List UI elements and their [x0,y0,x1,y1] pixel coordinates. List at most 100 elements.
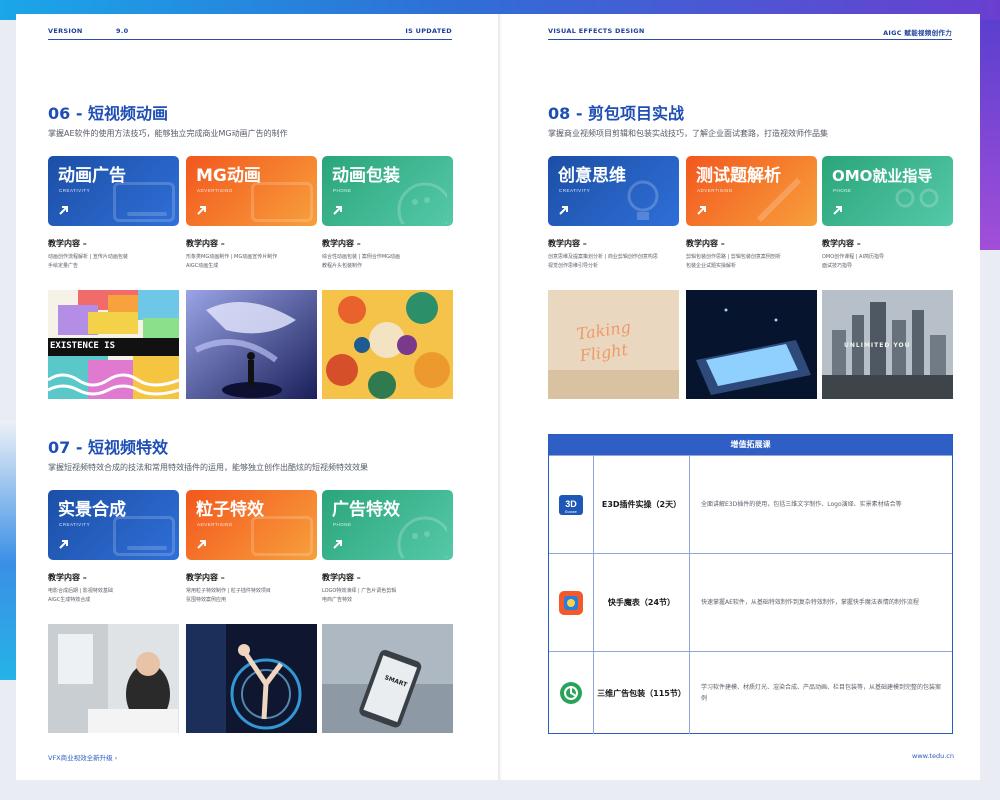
card-title: 动画广告 [58,166,126,186]
page-spine [498,14,502,780]
right-header: VISUAL EFFECTS DESIGN AIGC 赋能视频创作力 [548,26,952,40]
card-ad-effects[interactable]: 广告特效 PHONE [322,490,453,560]
section-08-desc: 掌握商业视频项目剪辑和包装实战技巧，了解企业面试套路，打造视效师作品集 [548,129,828,138]
section-06-desc: 掌握AE软件的使用方法技巧，能够独立完成商业MG动画广告的制作 [48,129,288,138]
photo-office-woman [48,624,179,733]
card-title: 广告特效 [332,500,400,520]
card-decoration-bar [127,212,167,216]
card-decoration [251,182,313,222]
teach-detail: 形象类MG动画制作 | MG动画宣传片制作 AIGC动画生成 [186,254,278,269]
section-07-desc: 掌握短视频特效合成的技法和常用特效插件的运用，能够独立创作出酷炫的短视频特效效果 [48,463,368,472]
teach-detail: OMO创作课程 | AI简历指导 面试技巧指导 [822,254,884,269]
footer-website[interactable]: www.tedu.cn [912,752,954,760]
header-version-number: 9.0 [116,27,129,35]
table-title: 增值拓展课 [549,435,952,455]
card-title: OMO就业指导 [832,167,933,185]
teach-block: 教学内容 – 剪辑包装创作思路 | 剪辑包装创意案例剖析 包装企业试题实操解析 [686,238,817,271]
photo-dancer [186,290,317,399]
teach-block: 教学内容 – OMO创作课程 | AI简历指导 面试技巧指导 [822,238,953,271]
teach-block: 教学内容 – 综合性动画包装 | 案例合作MG动画 教程片头包装制作 [322,238,453,271]
course-desc: 全面讲解E3D插件的使用，包括三维文字制作、Logo演绎、实景素材结合等 [701,501,902,508]
card-decoration [113,182,175,222]
teach-block: 教学内容 – 形象类MG动画制作 | MG动画宣传片制作 AIGC动画生成 [186,238,317,271]
teach-heading: 教学内容 – [822,239,861,248]
teach-heading: 教学内容 – [322,239,361,248]
card-animation-ad[interactable]: 动画广告 CREATIVITY [48,156,179,226]
course-name: 快手魔表（24节） [593,554,690,651]
card-live-composite[interactable]: 实景合成 CREATIVITY [48,490,179,560]
teach-heading: 教学内容 – [186,573,225,582]
laptop-image [686,290,817,399]
card-subtitle: PHONE [833,188,852,193]
table-row[interactable]: 三维广告包装（115节） 学习软件建模、材质灯光、渲染合成、产品动画、栏目包装等… [549,651,952,734]
card-subtitle: ADVERTISING [697,188,733,193]
section-07-title: 07 - 短视频特效 [48,438,169,457]
section-06-title: 06 - 短视频动画 [48,104,169,123]
teach-heading: 教学内容 – [186,239,225,248]
card-decoration [113,516,175,556]
right-gradient-band [980,20,1000,250]
e3d-logo-sub: Ecosee [565,510,577,514]
teach-block: 教学内容 – 常用粒子特效制作 | 粒子插件特效项目 氛围特效案例应用 [186,572,317,605]
card-test-analysis[interactable]: 测试题解析 ADVERTISING [686,156,817,226]
photo-caption: EXISTENCE IS [50,341,116,351]
teach-detail: 电影合成后期 | 影视特效基础 AIGC生成特效合成 [48,588,113,603]
bottom-strip [0,782,1000,800]
e3d-icon: 3D Ecosee [559,495,583,515]
teach-detail: 综合性动画包装 | 案例合作MG动画 教程片头包装制作 [322,254,401,269]
teach-heading: 教学内容 – [548,239,587,248]
teach-heading: 教学内容 – [48,573,87,582]
card-mg-animation[interactable]: MG动画 ADVERTISING [186,156,317,226]
teach-block: 教学内容 – 电影合成后期 | 影视特效基础 AIGC生成特效合成 [48,572,179,605]
arrow-up-right-icon [559,206,568,215]
office-scene-image [48,624,179,733]
card-title: 动画包装 [332,166,400,186]
header-tag: AIGC 赋能视频创作力 [883,29,952,37]
card-subtitle: CREATIVITY [559,188,591,193]
course-desc: 快速掌握AE软件，从基础特效制作到复杂特效制作，掌握快手魔法表情的制作流程 [701,599,919,606]
header-title: VISUAL EFFECTS DESIGN [548,27,645,35]
arrow-up-right-icon [197,206,206,215]
footer-left-link[interactable]: VFX商业视效全新升级 › [48,752,117,762]
arrow-up-right-icon [833,206,842,215]
card-creative-thinking[interactable]: 创意思维 CREATIVITY [548,156,679,226]
course-desc: 学习软件建模、材质灯光、渲染合成、产品动画、栏目包装等，从基础建模到完整的包装案… [701,684,942,702]
table-row[interactable]: 3D Ecosee E3D插件实操（2天） 全面讲解E3D插件的使用，包括三维文… [549,455,952,553]
particle-dancer-image [186,624,317,733]
teach-detail: 创意思维及提案策划分析 | 商业剪辑创作创意构思 视觉创作思维引导分析 [548,254,658,269]
card-title: MG动画 [196,166,261,186]
card-subtitle: PHONE [333,188,352,193]
arrow-up-right-icon [59,540,68,549]
photo-city-skyline: UNLIMITED YOU [822,290,953,399]
teach-detail: LOGO特效演绎 | 广告片调色剪辑 电商广告特效 [322,588,397,603]
photo-taking-flight: Taking Flight [548,290,679,399]
card-title: 实景合成 [58,500,126,520]
card-title: 测试题解析 [696,166,781,186]
teach-heading: 教学内容 – [686,239,725,248]
card-title: 粒子特效 [196,500,264,520]
card-subtitle: ADVERTISING [197,188,233,193]
arrow-up-right-icon [697,206,706,215]
teach-block: 教学内容 – LOGO特效演绎 | 广告片调色剪辑 电商广告特效 [322,572,453,605]
c4d-icon [560,682,582,704]
card-title: 创意思维 [558,166,626,186]
course-name: E3D插件实操（2天） [593,456,690,553]
arrow-up-right-icon [59,206,68,215]
card-animation-packaging[interactable]: 动画包装 PHONE [322,156,453,226]
kuaishou-icon [559,591,583,615]
card-subtitle: CREATIVITY [59,522,91,527]
photo-floral-illustration [322,290,453,399]
card-omo-career[interactable]: OMO就业指导 PHONE [822,156,953,226]
teach-block: 教学内容 – 动画创作流程解析 | 宣传片动画包装 手绘定量广告 [48,238,179,271]
card-particle-effects[interactable]: 粒子特效 ADVERTISING [186,490,317,560]
photo-pixel-art: EXISTENCE IS [48,290,179,399]
table-row[interactable]: 快手魔表（24节） 快速掌握AE软件，从基础特效制作到复杂特效制作，掌握快手魔法… [549,553,952,651]
arrow-up-right-icon [333,540,342,549]
photo-laptop [686,290,817,399]
arrow-up-right-icon [197,540,206,549]
teach-heading: 教学内容 – [322,573,361,582]
section-08-title: 08 - 剪包项目实战 [548,104,685,123]
card-subtitle: CREATIVITY [59,188,91,193]
floral-illustration-image [322,290,453,399]
course-name: 三维广告包装（115节） [593,652,690,734]
